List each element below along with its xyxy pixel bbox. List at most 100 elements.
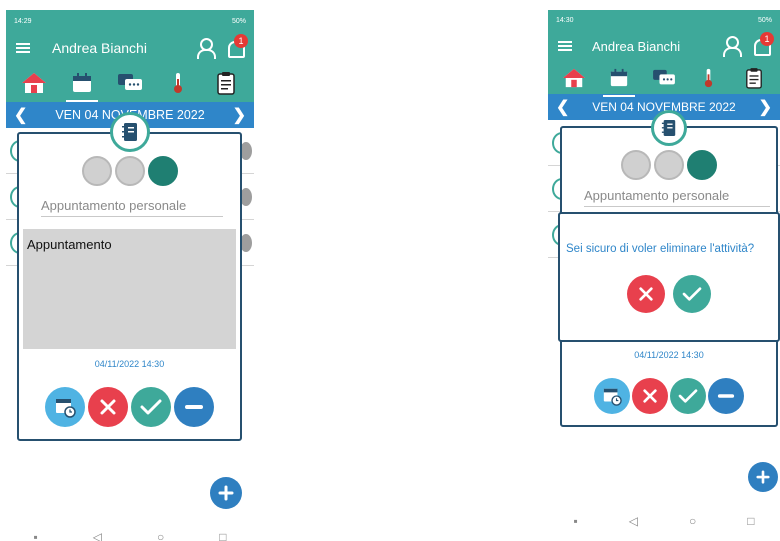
neutral-face-icon[interactable] <box>654 150 684 180</box>
mood-selector <box>562 150 776 180</box>
chevron-right-icon[interactable]: ❯ <box>759 97 772 117</box>
mood-selector <box>19 156 240 186</box>
user-icon[interactable] <box>722 36 742 57</box>
activity-datetime: 04/11/2022 14:30 <box>634 350 704 360</box>
delete-confirm-dialog: Sei sicuro di voler eliminare l'attività… <box>558 212 780 342</box>
clipboard-icon <box>745 68 762 89</box>
status-time: 14:30 <box>556 16 574 24</box>
happy-face-icon[interactable] <box>147 156 178 186</box>
menu-icon[interactable] <box>16 43 30 53</box>
phone-screen-left: 14:29 50% Andrea Bianchi 1 ❮ VEN 04 NOVE… <box>6 10 254 541</box>
activity-datetime: 04/11/2022 14:30 <box>94 359 165 369</box>
delete-button[interactable] <box>708 378 744 414</box>
notebook-icon <box>651 110 687 146</box>
thermometer-icon <box>705 68 713 88</box>
minus-icon <box>185 405 203 409</box>
close-icon <box>643 389 657 403</box>
minus-icon <box>717 394 735 398</box>
tab-chat[interactable] <box>110 66 150 100</box>
app-bar: Andrea Bianchi 1 <box>6 32 254 64</box>
dialog-message: Sei sicuro di voler eliminare l'attività… <box>566 243 755 255</box>
close-icon <box>639 287 653 301</box>
notification-badge: 1 <box>760 32 774 46</box>
home-icon <box>22 73 46 93</box>
card-actions <box>562 378 776 414</box>
confirm-button[interactable] <box>670 378 706 414</box>
chevron-right-icon[interactable]: ❯ <box>233 105 246 125</box>
tab-calendar[interactable] <box>599 61 639 97</box>
app-bar: Andrea Bianchi 1 <box>548 30 780 62</box>
thermometer-icon <box>174 73 182 93</box>
tab-clipboard[interactable] <box>206 66 246 100</box>
check-icon <box>140 399 162 415</box>
status-bar: 14:30 50% <box>548 10 780 30</box>
activity-detail-card: Appuntamento personale Appuntamento 04/1… <box>17 112 242 441</box>
tab-calendar[interactable] <box>62 66 102 102</box>
battery-level: 50% <box>231 17 246 25</box>
battery-level: 50% <box>757 16 772 24</box>
status-time: 14:29 <box>14 17 32 25</box>
chat-icon <box>653 69 675 85</box>
tab-bar <box>548 61 780 97</box>
phone-screen-right: 14:30 50% Andrea Bianchi 1 ❮ VEN 04 NOVE… <box>548 10 780 541</box>
neutral-face-icon[interactable] <box>114 156 145 186</box>
menu-icon[interactable] <box>558 41 572 51</box>
dialog-cancel-button[interactable] <box>627 275 665 313</box>
calendar-clock-icon <box>603 388 622 406</box>
cancel-button[interactable] <box>632 378 668 414</box>
plus-icon <box>218 485 234 501</box>
notification-badge: 1 <box>234 34 248 48</box>
add-activity-button[interactable] <box>210 477 242 509</box>
card-actions <box>19 387 240 427</box>
tab-thermometer[interactable] <box>689 61 729 95</box>
check-icon <box>678 389 698 403</box>
sad-face-icon[interactable] <box>81 156 112 186</box>
clipboard-icon <box>217 72 235 95</box>
add-activity-button[interactable] <box>748 462 778 492</box>
home-circle-icon[interactable]: ○ <box>157 530 164 541</box>
description-field[interactable]: Appuntamento <box>23 229 236 349</box>
calendar-icon <box>73 73 91 92</box>
user-icon[interactable] <box>196 38 216 59</box>
chevron-left-icon[interactable]: ❮ <box>14 105 27 125</box>
reschedule-button[interactable] <box>594 378 630 414</box>
check-icon <box>682 287 702 301</box>
title-input[interactable]: Appuntamento personale <box>584 188 770 207</box>
title-input[interactable]: Appuntamento personale <box>41 198 223 217</box>
calendar-icon <box>611 68 628 87</box>
delete-button[interactable] <box>174 387 214 427</box>
bell-icon[interactable]: 1 <box>752 32 774 56</box>
reschedule-button[interactable] <box>45 387 85 427</box>
recents-dot-icon: ▪ <box>33 530 38 541</box>
close-icon <box>100 399 116 415</box>
user-name: Andrea Bianchi <box>52 40 147 56</box>
notebook-icon <box>109 112 150 152</box>
calendar-clock-icon <box>56 399 76 418</box>
user-name: Andrea Bianchi <box>592 38 681 54</box>
back-icon[interactable]: ◁ <box>93 530 102 541</box>
back-icon[interactable]: ◁ <box>629 514 638 528</box>
sad-face-icon[interactable] <box>621 150 651 180</box>
tab-chat[interactable] <box>644 61 684 95</box>
tab-bar <box>6 64 254 102</box>
tab-home[interactable] <box>14 66 54 100</box>
home-circle-icon[interactable]: ○ <box>689 514 696 528</box>
chevron-left-icon[interactable]: ❮ <box>556 97 569 117</box>
chat-icon <box>118 74 142 90</box>
cancel-button[interactable] <box>88 387 128 427</box>
dialog-confirm-button[interactable] <box>673 275 711 313</box>
system-nav-bar: ▪ ◁ ○ □ <box>548 506 780 536</box>
tab-thermometer[interactable] <box>158 66 198 100</box>
tab-clipboard[interactable] <box>734 61 774 95</box>
overview-icon[interactable]: □ <box>747 514 754 528</box>
tab-home[interactable] <box>554 61 594 95</box>
bell-icon[interactable]: 1 <box>226 34 248 58</box>
plus-icon <box>756 470 770 484</box>
status-bar: 14:29 50% <box>6 10 254 32</box>
recents-dot-icon: ▪ <box>573 514 578 528</box>
confirm-button[interactable] <box>131 387 171 427</box>
happy-face-icon[interactable] <box>687 150 717 180</box>
dialog-actions <box>560 275 778 313</box>
system-nav-bar: ▪ ◁ ○ □ <box>6 522 254 541</box>
overview-icon[interactable]: □ <box>219 530 226 541</box>
